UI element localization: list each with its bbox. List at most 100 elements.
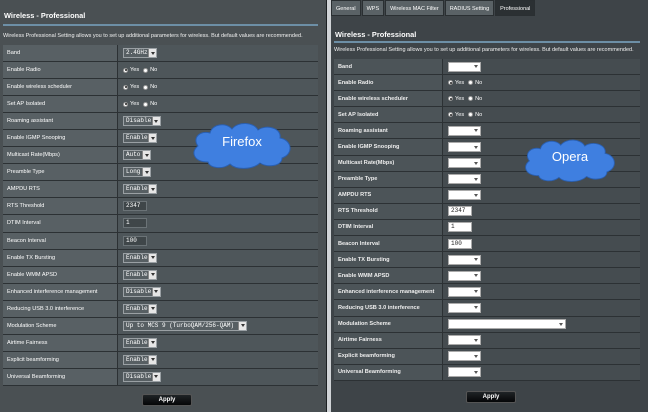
- chevron-down-icon[interactable]: [472, 368, 480, 377]
- chevron-down-icon[interactable]: [472, 271, 480, 280]
- chevron-down-icon[interactable]: [472, 352, 480, 361]
- setting-label: Enable TX Bursting: [334, 252, 443, 268]
- chevron-down-icon[interactable]: [238, 321, 246, 330]
- apply-button[interactable]: Apply: [142, 394, 192, 406]
- chevron-down-icon[interactable]: [472, 126, 480, 135]
- enhanced-interference-management-select[interactable]: [448, 286, 481, 297]
- chevron-down-icon[interactable]: [472, 255, 480, 264]
- radio-button-icon[interactable]: [448, 112, 453, 118]
- chevron-down-icon[interactable]: [472, 287, 480, 296]
- radio-button-icon[interactable]: [468, 80, 474, 86]
- radio-button-icon[interactable]: [468, 96, 474, 102]
- radio-button-icon[interactable]: [448, 96, 453, 102]
- radio-button-icon[interactable]: [448, 80, 453, 86]
- multicast-rate-mbps-select[interactable]: Auto: [123, 150, 151, 161]
- radio-yes[interactable]: Yes: [123, 101, 139, 107]
- multicast-rate-mbps-select[interactable]: [448, 158, 481, 169]
- setting-control: [443, 284, 640, 299]
- radio-yes[interactable]: Yes: [448, 80, 464, 86]
- setting-control: [443, 349, 640, 364]
- select-value: Enable: [126, 134, 148, 142]
- radio-yes[interactable]: Yes: [123, 84, 139, 90]
- setting-control: [443, 188, 640, 203]
- rts-threshold-input[interactable]: 2347: [448, 206, 472, 217]
- ampdu-rts-select[interactable]: Enable: [123, 184, 158, 195]
- chevron-down-icon[interactable]: [148, 185, 157, 194]
- enhanced-interference-management-select[interactable]: Disable: [123, 286, 161, 297]
- radio-button-icon[interactable]: [123, 67, 128, 73]
- settings-table: Band 2.4GHz Enable Radio Yes No Enable wirele…: [3, 45, 318, 386]
- radio-no[interactable]: No: [468, 112, 482, 118]
- chevron-down-icon[interactable]: [148, 134, 157, 143]
- enable-igmp-snooping-select[interactable]: Enable: [123, 133, 158, 144]
- tab-general[interactable]: General: [331, 0, 361, 16]
- universal-beamforming-select[interactable]: Disable: [123, 371, 161, 382]
- band-select[interactable]: [448, 61, 481, 72]
- chevron-down-icon[interactable]: [472, 303, 480, 312]
- chevron-down-icon[interactable]: [148, 338, 157, 347]
- chevron-down-icon[interactable]: [151, 287, 160, 296]
- radio-button-icon[interactable]: [468, 112, 474, 118]
- roaming-assistant-select[interactable]: Disable: [123, 116, 161, 127]
- enable-wmm-apsd-select[interactable]: [448, 270, 481, 281]
- enable-igmp-snooping-select[interactable]: [448, 142, 481, 153]
- chevron-down-icon[interactable]: [148, 270, 157, 279]
- chevron-down-icon[interactable]: [142, 168, 150, 177]
- chevron-down-icon[interactable]: [148, 253, 157, 262]
- radio-yes[interactable]: Yes: [123, 67, 139, 73]
- chevron-down-icon[interactable]: [557, 320, 565, 329]
- beacon-interval-input[interactable]: 100: [123, 235, 147, 246]
- ampdu-rts-select[interactable]: [448, 190, 481, 201]
- chevron-down-icon[interactable]: [472, 62, 480, 71]
- chevron-down-icon[interactable]: [148, 304, 157, 313]
- radio-button-icon[interactable]: [143, 84, 149, 90]
- beacon-interval-input[interactable]: 100: [448, 238, 472, 249]
- airtime-fairness-select[interactable]: Enable: [123, 337, 158, 348]
- modulation-scheme-select[interactable]: [448, 319, 566, 330]
- chevron-down-icon[interactable]: [151, 372, 160, 381]
- chevron-down-icon[interactable]: [472, 175, 480, 184]
- chevron-down-icon[interactable]: [142, 151, 150, 160]
- chevron-down-icon[interactable]: [151, 117, 160, 126]
- radio-button-icon[interactable]: [123, 101, 128, 107]
- tab-radius-setting[interactable]: RADIUS Setting: [444, 0, 495, 16]
- enable-wmm-apsd-select[interactable]: Enable: [123, 269, 158, 280]
- tab-professional[interactable]: Professional: [495, 0, 536, 16]
- enable-tx-bursting-select[interactable]: Enable: [123, 252, 158, 263]
- chevron-down-icon[interactable]: [472, 191, 480, 200]
- explicit-beamforming-select[interactable]: Enable: [123, 354, 158, 365]
- band-select[interactable]: 2.4GHz: [123, 48, 158, 59]
- radio-button-icon[interactable]: [123, 84, 128, 90]
- enable-tx-bursting-select[interactable]: [448, 254, 481, 265]
- rts-threshold-input[interactable]: 2347: [123, 201, 147, 212]
- radio-no[interactable]: No: [468, 80, 482, 86]
- universal-beamforming-select[interactable]: [448, 367, 481, 378]
- radio-no[interactable]: No: [143, 101, 157, 107]
- chevron-down-icon[interactable]: [472, 336, 480, 345]
- radio-no[interactable]: No: [468, 96, 482, 102]
- apply-button[interactable]: Apply: [466, 391, 516, 403]
- tab-wireless-mac-filter[interactable]: Wireless MAC Filter: [385, 0, 444, 16]
- chevron-down-icon[interactable]: [148, 355, 157, 364]
- chevron-down-icon[interactable]: [148, 49, 157, 58]
- airtime-fairness-select[interactable]: [448, 335, 481, 346]
- preamble-type-select[interactable]: [448, 174, 481, 185]
- tab-wps[interactable]: WPS: [361, 0, 385, 16]
- radio-yes[interactable]: Yes: [448, 96, 464, 102]
- setting-label: Enable WMM APSD: [3, 266, 118, 283]
- dtim-interval-input[interactable]: 1: [123, 218, 147, 229]
- radio-no[interactable]: No: [143, 84, 157, 90]
- radio-yes[interactable]: Yes: [448, 112, 464, 118]
- radio-button-icon[interactable]: [143, 67, 149, 73]
- reducing-usb-3-0-interference-select[interactable]: Enable: [123, 303, 158, 314]
- chevron-down-icon[interactable]: [472, 143, 480, 152]
- reducing-usb-3-0-interference-select[interactable]: [448, 302, 481, 313]
- chevron-down-icon[interactable]: [472, 159, 480, 168]
- radio-no[interactable]: No: [143, 67, 157, 73]
- modulation-scheme-select[interactable]: Up to MCS 9 (TurboQAM/256-QAM): [123, 320, 247, 331]
- explicit-beamforming-select[interactable]: [448, 351, 481, 362]
- dtim-interval-input[interactable]: 1: [448, 222, 472, 233]
- roaming-assistant-select[interactable]: [448, 125, 481, 136]
- radio-button-icon[interactable]: [143, 101, 149, 107]
- preamble-type-select[interactable]: Long: [123, 167, 151, 178]
